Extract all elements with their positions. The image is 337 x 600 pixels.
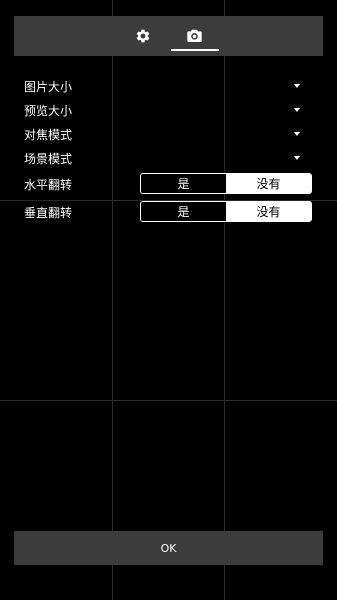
horizontal-flip-no-option[interactable]: 没有	[226, 174, 311, 193]
horizontal-flip-toggle[interactable]: 是 没有	[140, 173, 312, 194]
ok-button[interactable]: OK	[14, 531, 323, 565]
scene-mode-dropdown[interactable]: 场景模式	[24, 148, 314, 168]
tab-settings[interactable]	[118, 16, 168, 56]
vertical-flip-no-option[interactable]: 没有	[226, 202, 311, 221]
vertical-flip-yes-option[interactable]: 是	[141, 202, 226, 221]
dropdown-arrow-icon	[294, 156, 300, 160]
vertical-flip-row: 垂直翻转 是 没有	[24, 201, 314, 222]
camera-settings-screen: 图片大小 预览大小 对焦模式 场景模式 水平翻转 是 没有 垂直翻转 是 没有 …	[0, 0, 337, 600]
grid-line-horizontal	[0, 400, 337, 401]
horizontal-flip-row: 水平翻转 是 没有	[24, 173, 314, 194]
tab-bar	[14, 16, 323, 56]
scene-mode-label: 场景模式	[24, 151, 73, 166]
dropdown-arrow-icon	[294, 84, 300, 88]
focus-mode-dropdown[interactable]: 对焦模式	[24, 124, 314, 144]
preview-size-dropdown[interactable]: 预览大小	[24, 100, 314, 120]
picture-size-dropdown[interactable]: 图片大小	[24, 76, 314, 96]
camera-icon	[186, 29, 202, 42]
focus-mode-label: 对焦模式	[24, 127, 73, 142]
gear-icon	[136, 29, 150, 43]
tab-selected-indicator	[171, 49, 219, 51]
vertical-flip-toggle[interactable]: 是 没有	[140, 201, 312, 222]
picture-size-label: 图片大小	[24, 79, 73, 94]
dropdown-arrow-icon	[294, 108, 300, 112]
preview-size-label: 预览大小	[24, 103, 73, 118]
dropdown-arrow-icon	[294, 132, 300, 136]
horizontal-flip-yes-option[interactable]: 是	[141, 174, 226, 193]
